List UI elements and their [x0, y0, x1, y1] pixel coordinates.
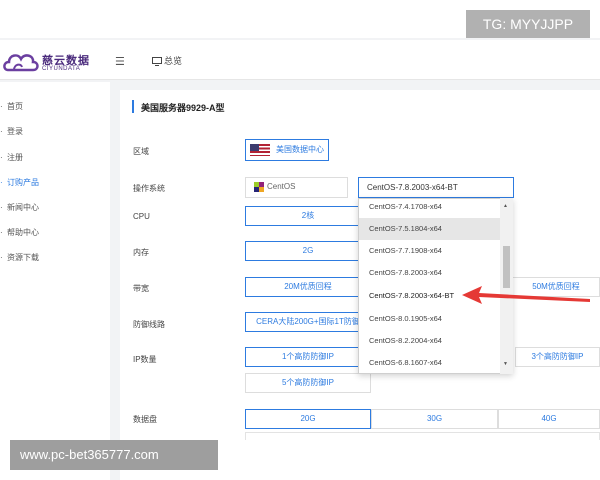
region-label: 区域	[133, 147, 149, 156]
bandwidth-label: 带宽	[133, 284, 149, 293]
section-accent	[132, 100, 134, 113]
sidebar-item-downloads[interactable]: · 资源下载	[0, 248, 110, 268]
product-title: 美国服务器9929-A型	[141, 103, 225, 113]
disk-option-40g[interactable]: 40G	[498, 409, 600, 429]
scroll-down-icon[interactable]: ▼	[503, 361, 508, 367]
site-watermark: www.pc-bet365777.com	[10, 440, 218, 470]
ip-option-5[interactable]: 5个高防防御IP	[245, 373, 371, 393]
sidebar-item-news[interactable]: · 新闻中心	[0, 198, 110, 218]
bandwidth-option-20m[interactable]: 20M优质回程	[245, 277, 371, 297]
sidebar-item-label: 订购产品	[7, 178, 39, 187]
region-button[interactable]: 美国数据中心	[245, 139, 329, 161]
disk-option-30g[interactable]: 30G	[371, 409, 498, 429]
sidebar-item-home[interactable]: · 首页	[0, 97, 110, 117]
sidebar-item-label: 帮助中心	[7, 228, 39, 237]
centos-icon	[254, 181, 264, 192]
ip-option-3[interactable]: 3个高防防御IP	[515, 347, 600, 367]
sidebar-item-label: 资源下载	[7, 253, 39, 262]
sidebar: · 首页 · 登录 · 注册 · 订购产品 · 新闻中心 · 帮助中心 · 资源下载	[0, 82, 110, 480]
us-flag-icon	[250, 143, 270, 156]
overview-link[interactable]: 总览	[152, 54, 182, 67]
ip-option-1[interactable]: 1个高防防御IP	[245, 347, 371, 367]
os-label: 操作系统	[133, 184, 165, 193]
header: 慈云数据 CIYUNDATA	[0, 40, 600, 80]
logo-sub: CIYUNDATA	[42, 66, 81, 72]
sidebar-item-label: 登录	[7, 127, 23, 136]
os-option[interactable]: CentOS-6.8.1607-x64	[359, 352, 504, 373]
sidebar-item-order[interactable]: · 订购产品	[0, 173, 110, 193]
line-option[interactable]: CERA大陆200G+国际1T防御	[245, 312, 371, 332]
os-option[interactable]: CentOS-7.5.1804-x64	[359, 218, 504, 240]
ip-label: IP数量	[133, 355, 157, 364]
scroll-up-icon[interactable]: ▲	[503, 203, 508, 209]
telegram-watermark: TG: MYYJJPP	[466, 10, 590, 38]
overview-label: 总览	[164, 56, 183, 66]
cpu-label: CPU	[133, 212, 150, 221]
next-row-placeholder	[245, 432, 600, 440]
sidebar-item-help[interactable]: · 帮助中心	[0, 223, 110, 243]
disk-label: 数据盘	[133, 415, 157, 424]
disk-option-20g[interactable]: 20G	[245, 409, 371, 429]
sidebar-item-register[interactable]: · 注册	[0, 148, 110, 168]
ram-label: 内存	[133, 248, 149, 257]
logo[interactable]: 慈云数据 CIYUNDATA	[2, 48, 112, 74]
os-version-select[interactable]: CentOS-7.8.2003-x64-BT	[358, 177, 514, 198]
os-option[interactable]: CentOS-7.7.1908-x64	[359, 240, 504, 262]
os-family-button[interactable]: CentOS	[245, 177, 348, 198]
os-option[interactable]: CentOS-8.2.2004-x64	[359, 330, 504, 352]
os-option[interactable]: CentOS-8.0.1905-x64	[359, 308, 504, 330]
menu-toggle-icon[interactable]: ☰	[115, 55, 125, 68]
os-family-value: CentOS	[267, 182, 296, 191]
cloud-logo-icon	[3, 54, 39, 72]
os-option[interactable]: CentOS-7.4.1708-x64	[359, 199, 504, 218]
sidebar-item-label: 新闻中心	[7, 203, 39, 212]
region-value: 美国数据中心	[276, 145, 324, 154]
os-option[interactable]: CentOS-7.8.2003-x64	[359, 262, 504, 284]
sidebar-item-label: 注册	[7, 153, 23, 162]
cpu-option[interactable]: 2核	[245, 206, 371, 226]
monitor-icon	[152, 57, 162, 67]
dropdown-scroll-thumb[interactable]	[503, 246, 510, 288]
line-label: 防御线路	[133, 320, 165, 329]
red-arrow-annotation	[462, 286, 590, 304]
ram-option[interactable]: 2G	[245, 241, 371, 261]
sidebar-item-login[interactable]: · 登录	[0, 122, 110, 142]
sidebar-item-label: 首页	[7, 102, 23, 111]
